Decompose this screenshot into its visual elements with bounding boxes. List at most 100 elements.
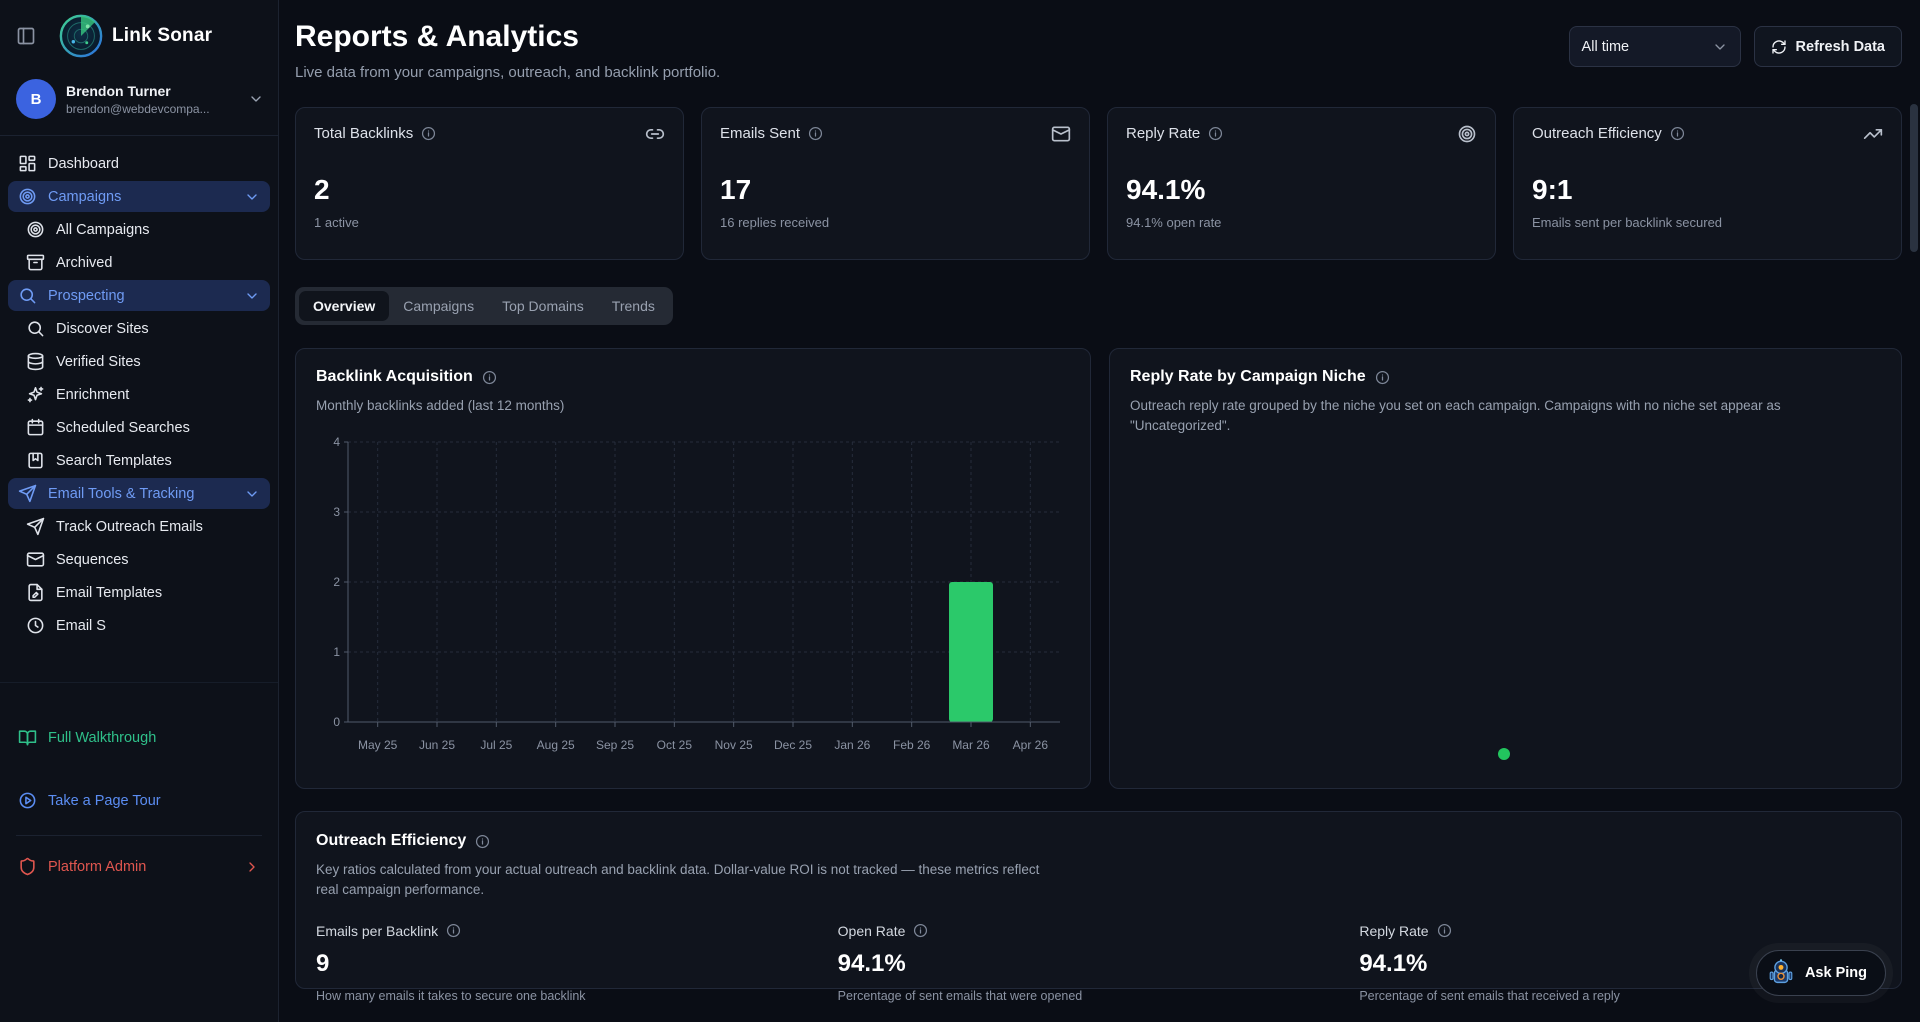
platform-admin-link[interactable]: Platform Admin [8, 850, 270, 883]
ask-ping-button[interactable]: Ask Ping [1755, 950, 1886, 996]
sidebar-item-label: Dashboard [48, 155, 119, 172]
tab-overview[interactable]: Overview [299, 291, 390, 321]
info-icon[interactable] [446, 923, 461, 938]
stat-sub: 1 active [314, 215, 359, 230]
sidebar-item-prospecting[interactable]: Prospecting [8, 280, 270, 311]
send-icon [18, 484, 37, 503]
mail-icon [1051, 124, 1071, 144]
header-controls: All time Refresh Data [1568, 26, 1902, 67]
page-header-text: Reports & Analytics Live data from your … [295, 20, 720, 81]
sidebar-item-label: Campaigns [48, 188, 122, 205]
sidebar-item-label: Email Tools & Tracking [48, 485, 195, 502]
metric-label: Reply Rate [1359, 923, 1881, 939]
card-title: Outreach Efficiency [316, 832, 1881, 850]
stat-cards: Total Backlinks 2 1 active Emails Sent 1… [295, 107, 1902, 260]
sidebar-item-clipped[interactable]: Email S [8, 610, 270, 641]
info-icon[interactable] [808, 126, 823, 141]
vertical-scrollbar[interactable] [1910, 104, 1918, 252]
info-icon[interactable] [475, 834, 490, 849]
sidebar-item-label: Verified Sites [56, 353, 141, 370]
stat-label: Emails Sent [720, 125, 801, 142]
ask-ping-label: Ask Ping [1804, 965, 1867, 981]
stat-head: Reply Rate [1126, 125, 1477, 142]
sidebar-item-label: Sequences [56, 551, 129, 568]
send-icon [26, 517, 45, 536]
target-icon [18, 187, 37, 206]
outreach-efficiency-card: Outreach Efficiency Key ratios calculate… [295, 811, 1902, 1003]
svg-text:3: 3 [333, 505, 340, 519]
chevron-down-icon [244, 288, 260, 304]
sidebar-item-campaigns[interactable]: Campaigns [8, 181, 270, 212]
metric-label: Emails per Backlink [316, 923, 838, 939]
info-icon[interactable] [913, 923, 928, 938]
trending-up-icon [1863, 124, 1883, 144]
metric-open-rate: Open Rate 94.1% Percentage of sent email… [838, 923, 1360, 1003]
metric-label: Open Rate [838, 923, 1360, 939]
sidebar-item-enrichment[interactable]: Enrichment [8, 379, 270, 410]
sidebar-item-email-templates[interactable]: Email Templates [8, 577, 270, 608]
backlink-bar-chart: 0 1 2 3 4 May 25 Jun 25 Jul 25 Aug 25 Sep 25 Oct 2… [316, 428, 1070, 761]
reply-rate-niche-card: Reply Rate by Campaign Niche Outreach re… [1109, 348, 1902, 789]
calendar-icon [26, 418, 45, 437]
collapse-sidebar-button[interactable] [14, 24, 38, 48]
sidebar-divider [16, 835, 262, 836]
tab-trends[interactable]: Trends [598, 291, 669, 321]
metric-label-text: Open Rate [837, 922, 906, 939]
niche-chart-title: Reply Rate by Campaign Niche [1130, 368, 1366, 385]
info-icon[interactable] [1670, 126, 1685, 141]
stat-head: Total Backlinks [314, 125, 665, 142]
search-icon [18, 286, 37, 305]
sidebar-item-dashboard[interactable]: Dashboard [8, 148, 270, 179]
chevron-down-icon [1712, 39, 1728, 55]
sidebar-item-search-templates[interactable]: Search Templates [8, 445, 270, 476]
full-walkthrough-link[interactable]: Full Walkthrough [8, 721, 270, 754]
stat-sub: Emails sent per backlink secured [1532, 215, 1723, 230]
chevron-down-icon [248, 91, 264, 107]
metric-label-text: Emails per Backlink [316, 922, 439, 939]
sidebar-item-track-outreach-emails[interactable]: Track Outreach Emails [8, 511, 270, 542]
metric-value: 9 [316, 949, 330, 977]
refresh-data-button[interactable]: Refresh Data [1753, 26, 1902, 67]
sidebar-footer: Full Walkthrough Take a Page Tour Platfo… [0, 682, 278, 885]
info-icon[interactable] [1208, 126, 1223, 141]
ping-robot-icon [1766, 958, 1796, 988]
svg-text:Jul 25: Jul 25 [480, 738, 512, 752]
sidebar-item-email-tools[interactable]: Email Tools & Tracking [8, 478, 270, 509]
metric-label-text: Reply Rate [1359, 922, 1429, 939]
info-icon[interactable] [421, 126, 436, 141]
chevron-right-icon [244, 859, 260, 875]
sidebar-header: Link Sonar [0, 0, 278, 67]
svg-text:Sep 25: Sep 25 [596, 738, 634, 752]
stat-label: Outreach Efficiency [1532, 125, 1662, 142]
sidebar-item-scheduled-searches[interactable]: Scheduled Searches [8, 412, 270, 443]
svg-text:Mar 26: Mar 26 [952, 738, 990, 752]
svg-text:Nov 25: Nov 25 [715, 738, 753, 752]
footer-item-label: Full Walkthrough [48, 729, 157, 746]
stat-head: Emails Sent [720, 125, 1071, 142]
sidebar-item-label: Email S [56, 617, 106, 634]
sidebar-item-label: Scheduled Searches [56, 419, 190, 436]
sidebar-item-sequences[interactable]: Sequences [8, 544, 270, 575]
sidebar-item-verified-sites[interactable]: Verified Sites [8, 346, 270, 377]
main-content: Reports & Analytics Live data from your … [279, 0, 1920, 1022]
tab-top-domains[interactable]: Top Domains [488, 291, 598, 321]
sidebar-item-archived[interactable]: Archived [8, 247, 270, 278]
sidebar-item-discover-sites[interactable]: Discover Sites [8, 313, 270, 344]
take-page-tour-link[interactable]: Take a Page Tour [8, 784, 270, 817]
page-title: Reports & Analytics [295, 20, 579, 53]
sidebar-item-all-campaigns[interactable]: All Campaigns [8, 214, 270, 245]
stat-sub: 16 replies received [720, 215, 830, 230]
link-icon [645, 124, 665, 144]
info-icon[interactable] [1437, 923, 1452, 938]
time-range-select[interactable]: All time [1568, 26, 1741, 67]
tab-campaigns[interactable]: Campaigns [389, 291, 488, 321]
stat-value: 17 [720, 174, 752, 205]
page-subtitle: Live data from your campaigns, outreach,… [295, 64, 721, 81]
info-icon[interactable] [1375, 370, 1390, 385]
dashboard-icon [18, 154, 37, 173]
database-icon [26, 352, 45, 371]
book-open-icon [18, 728, 37, 747]
info-icon[interactable] [482, 370, 497, 385]
user-menu[interactable]: B Brendon Turner brendon@webdevcompa... [0, 67, 278, 135]
efficiency-metrics: Emails per Backlink 9 How many emails it… [316, 923, 1881, 1003]
